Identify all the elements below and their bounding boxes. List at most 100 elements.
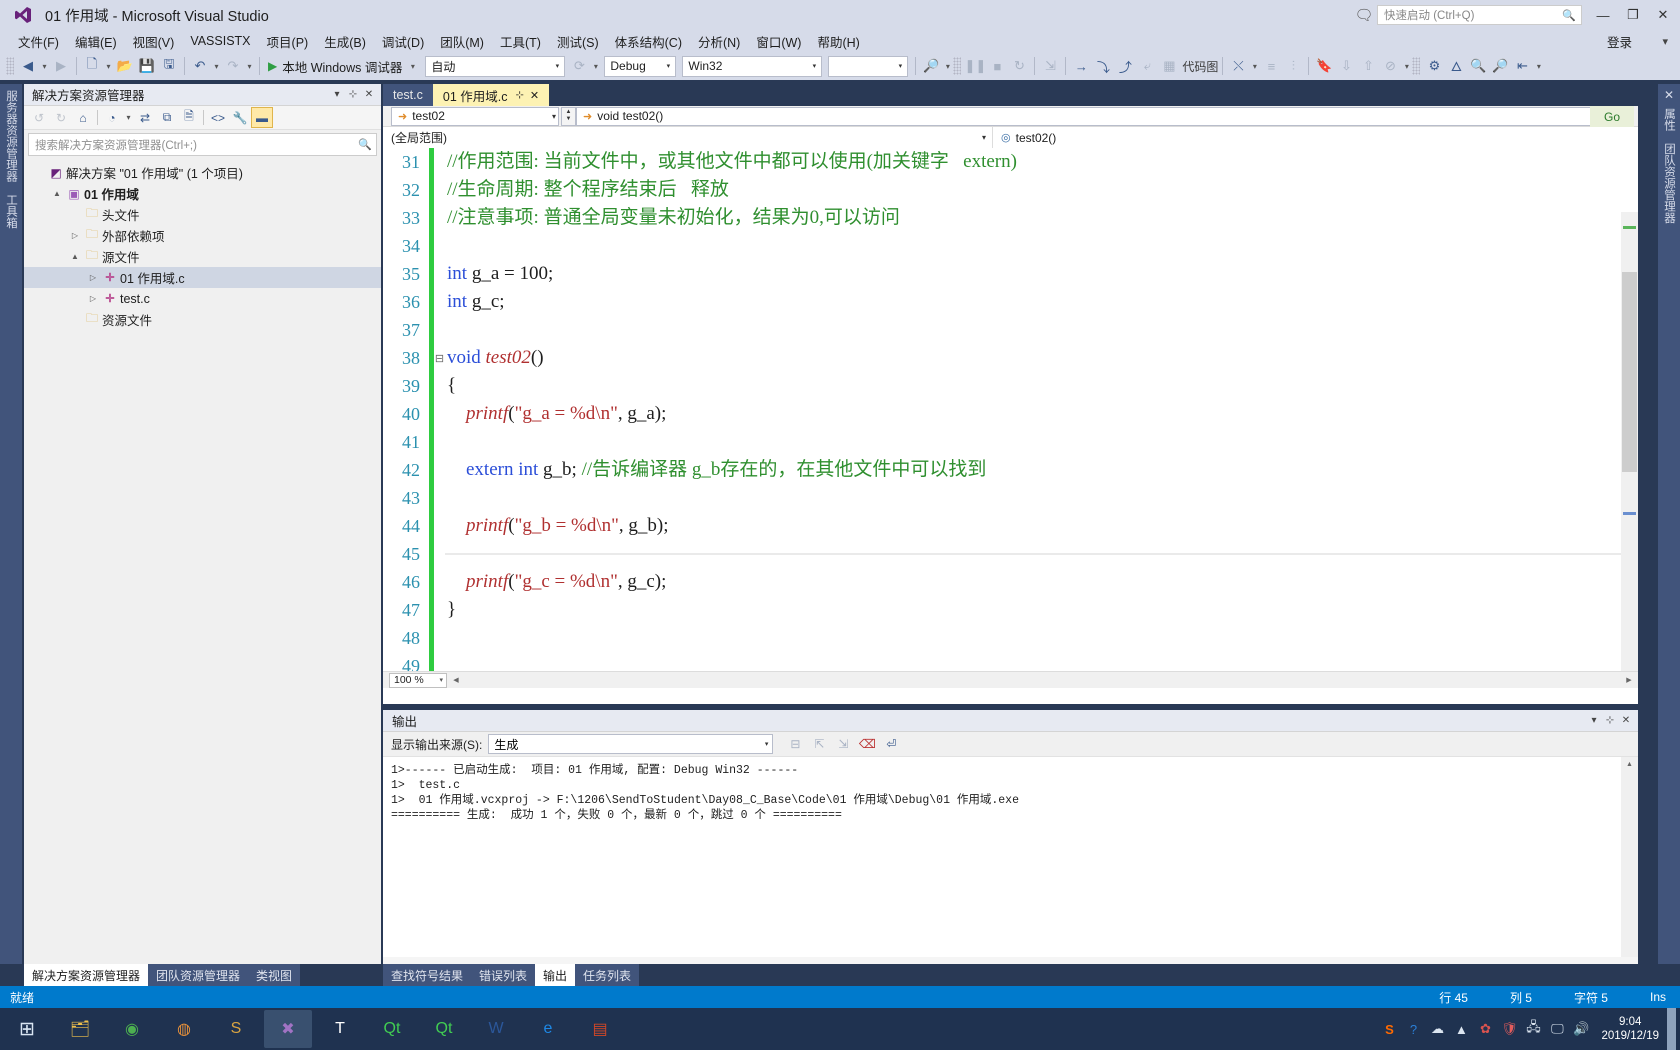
code-line[interactable]: 47} [383, 596, 1638, 624]
menu-item-build[interactable]: 生成(B) [316, 30, 374, 53]
editor-tab[interactable]: test.c [383, 84, 433, 106]
pending-changes-dropdown-icon[interactable]: ▾ [123, 107, 134, 129]
extra-combo[interactable]: ▾ [828, 55, 909, 77]
windows-start-icon[interactable]: ⊞ [0, 1008, 54, 1050]
code-line[interactable]: 45 [383, 540, 1638, 568]
navigation-spinner[interactable]: ▲ ▼ [561, 106, 576, 126]
code-map-label[interactable]: 代码图 [1182, 58, 1218, 75]
help-icon[interactable]: ? [1401, 1008, 1425, 1050]
navigation-member-right-combo[interactable]: ➜ void test02() ▾ [576, 106, 1612, 126]
scroll-left-icon[interactable]: ◀ [449, 673, 463, 688]
find-dropdown-icon[interactable]: ▾ [942, 55, 953, 77]
preview-selected-items-icon[interactable]: ▬ [251, 107, 273, 128]
expand-twisty-icon[interactable]: ▷ [86, 294, 100, 303]
menu-item-window[interactable]: 窗口(W) [748, 30, 809, 53]
typora-icon[interactable]: T [316, 1010, 364, 1048]
step-into-icon[interactable]: ⤵ [1092, 55, 1114, 77]
hierarchy-icon[interactable]: ⤬ [1227, 55, 1249, 77]
attach-process-dropdown-icon[interactable]: ▾ [590, 55, 601, 77]
browser-icon[interactable]: e [524, 1010, 572, 1048]
sogou-input-icon[interactable]: S [1377, 1008, 1401, 1050]
prev-bookmark-icon[interactable]: ⇧ [1357, 55, 1379, 77]
editor-horizontal-scrollbar[interactable]: ◀ ▶ [449, 672, 1636, 688]
code-line[interactable]: 48 [383, 624, 1638, 652]
expand-twisty-icon[interactable]: ▷ [86, 273, 100, 282]
stop-icon[interactable]: ■ [986, 55, 1008, 77]
show-hidden-icons-icon[interactable]: ▲ [1449, 1008, 1473, 1050]
step-out-icon[interactable]: ⤴ [1114, 55, 1136, 77]
qt-creator-icon[interactable]: Qt [368, 1010, 416, 1048]
redo-icon[interactable]: ↷ [222, 55, 244, 77]
home-icon[interactable]: ⌂ [72, 107, 94, 128]
show-next-statement-icon[interactable]: ⇲ [1039, 55, 1061, 77]
qt-designer-icon[interactable]: Qt [420, 1010, 468, 1048]
code-line[interactable]: 43 [383, 484, 1638, 512]
pending-changes-icon[interactable]: ◔ [101, 107, 123, 128]
hierarchy-dropdown-icon[interactable]: ▾ [1249, 55, 1260, 77]
step-back-icon[interactable]: ⤶ [1136, 55, 1158, 77]
collapse-twisty-icon[interactable]: ▲ [50, 189, 64, 198]
editor-vertical-scrollbar[interactable] [1621, 212, 1638, 688]
code-line[interactable]: 38 ⊟ void test02() [383, 344, 1638, 372]
vassist-find-ref-icon[interactable]: 🔎 [1489, 55, 1511, 77]
pin-icon[interactable]: ⊹ [1602, 715, 1618, 726]
visual-studio-icon[interactable]: ✖ [264, 1010, 312, 1048]
bottom-tab[interactable]: 解决方案资源管理器 [24, 964, 149, 986]
settings-icon[interactable]: ✿ [1473, 1008, 1497, 1050]
code-line[interactable]: 37 [383, 316, 1638, 344]
clear-bookmarks-icon[interactable]: ⊘ [1379, 55, 1401, 77]
tree-item[interactable]: ▲ ▣ 01 作用域 [24, 183, 381, 204]
new-project-icon[interactable]: 🗋 [81, 55, 103, 77]
code-line[interactable]: 39 { [383, 372, 1638, 400]
vassist-open-file-icon[interactable]: ⚙ [1423, 55, 1445, 77]
menu-item-edit[interactable]: 编辑(E) [67, 30, 125, 53]
powerpoint-icon[interactable]: ▤ [576, 1010, 624, 1048]
usb-icon[interactable]: 🖧 [1521, 1008, 1545, 1050]
view-code-icon[interactable]: <> [207, 107, 229, 128]
collapse-region-icon[interactable]: ⊟ [434, 352, 445, 365]
navigation-member-left-combo[interactable]: ➜ test02 ▾ [391, 106, 559, 126]
step-over-icon[interactable]: → [1070, 55, 1092, 77]
editor-tab[interactable]: 01 作用域.c ⊹ ✕ [432, 84, 550, 106]
code-line[interactable]: 33 //注意事项: 普通全局变量未初始化，结果为0,可以访问 [383, 204, 1638, 232]
redo-dropdown-icon[interactable]: ▾ [244, 55, 255, 77]
volume-icon[interactable]: 🔊 [1569, 1008, 1593, 1050]
code-map-icon[interactable]: ▦ [1158, 55, 1180, 77]
menu-item-tools[interactable]: 工具(T) [492, 30, 549, 53]
tree-item[interactable]: ▷ ✛ 01 作用域.c [24, 267, 381, 288]
new-project-dropdown-icon[interactable]: ▾ [103, 55, 114, 77]
indent-icon[interactable]: ≡ [1260, 55, 1282, 77]
chevron-down-icon[interactable]: ▾ [329, 89, 345, 100]
menu-item-help[interactable]: 帮助(H) [809, 30, 867, 53]
pause-icon[interactable]: ❚❚ [964, 55, 986, 77]
collapse-twisty-icon[interactable]: ▲ [68, 252, 82, 261]
dock-tab-properties[interactable]: 属性 [1658, 102, 1680, 137]
properties-icon[interactable]: 🔧 [229, 107, 251, 128]
toolbar-grip[interactable] [6, 57, 14, 75]
go-to-next-message-icon[interactable]: ⇲ [831, 733, 855, 755]
menu-item-debug[interactable]: 调试(D) [374, 30, 432, 53]
member-scope-combo[interactable]: ◎ test02() [993, 127, 1638, 148]
forward-icon[interactable]: ↻ [50, 107, 72, 128]
vassist-dropdown-icon[interactable]: ▾ [1533, 55, 1544, 77]
toggle-word-wrap-icon[interactable]: ⏎ [879, 733, 903, 755]
vassist-refactor-icon[interactable]: 🜂 [1445, 55, 1467, 77]
collapse-all-icon[interactable]: ⧉ [156, 107, 178, 128]
output-source-combo[interactable]: 生成 ▾ [488, 734, 774, 754]
bottom-tab[interactable]: 团队资源管理器 [148, 964, 249, 986]
menu-item-team[interactable]: 团队(M) [432, 30, 492, 53]
bookmark-dropdown-icon[interactable]: ▾ [1401, 55, 1412, 77]
close-icon[interactable]: ✕ [361, 89, 377, 100]
bottom-tab[interactable]: 类视图 [248, 964, 301, 986]
expand-twisty-icon[interactable]: ▷ [68, 231, 82, 240]
navigate-back-icon[interactable]: ◀ [17, 55, 39, 77]
show-all-files-icon[interactable]: 🗎 [178, 107, 200, 128]
code-line[interactable]: 35 int g_a = 100; [383, 260, 1638, 288]
code-line[interactable]: 32 //生命周期: 整个程序结束后 释放 [383, 176, 1638, 204]
code-line[interactable]: 46 printf("g_c = %d\n", g_c); [383, 568, 1638, 596]
open-file-icon[interactable]: 📂 [114, 55, 136, 77]
sign-in-link[interactable]: 登录 [1607, 32, 1632, 51]
code-line[interactable]: 41 [383, 428, 1638, 456]
menu-item-architecture[interactable]: 体系结构(C) [607, 30, 690, 53]
menu-item-vassistx[interactable]: VASSISTX [182, 32, 258, 50]
